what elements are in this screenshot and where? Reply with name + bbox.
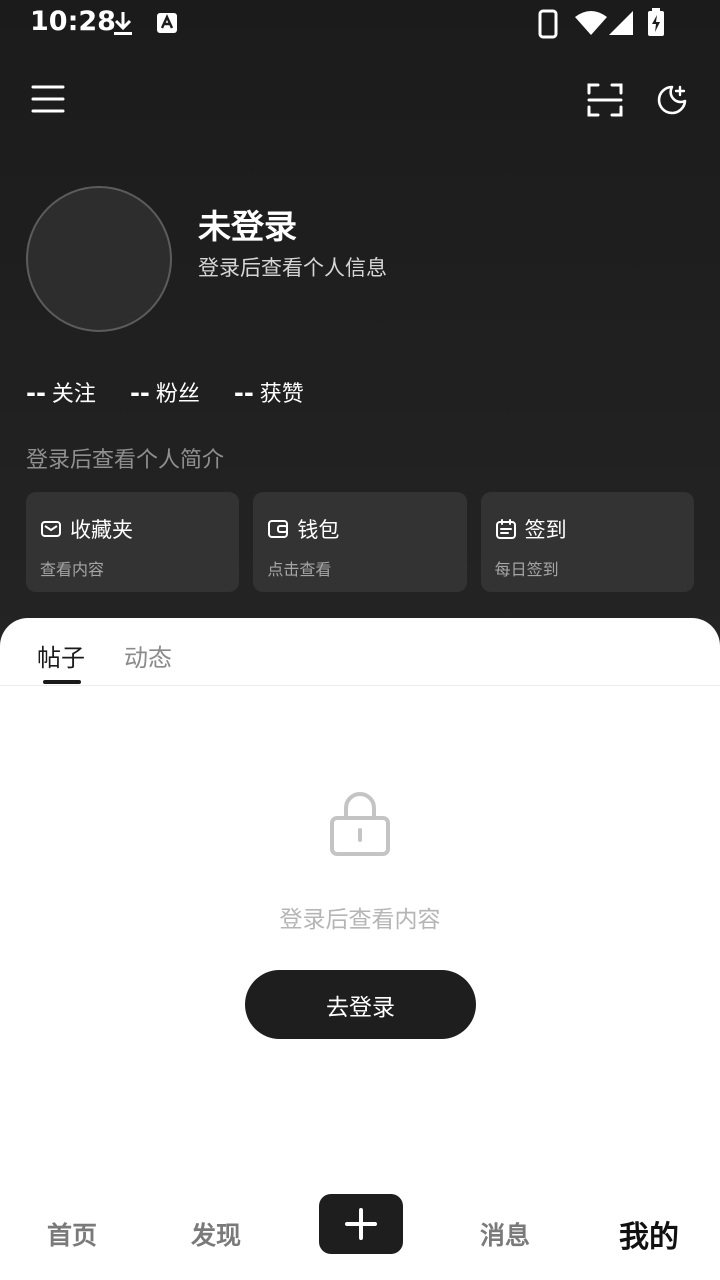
stat-followers[interactable]: -- 粉丝 — [130, 376, 200, 408]
wallet-icon — [268, 520, 289, 538]
nav-discover[interactable]: 发现 — [156, 1216, 276, 1252]
profile-name[interactable]: 未登录 — [198, 200, 297, 248]
phone-icon — [538, 9, 558, 39]
moon-plus-icon — [657, 85, 687, 115]
profile-header: 10:28 未登录 登录后查看个人信息 -- 关注 -- 粉丝 -- 获赞 登录… — [0, 0, 720, 660]
signal-icon — [609, 11, 633, 35]
scan-button[interactable] — [579, 74, 631, 126]
battery-charging-icon — [648, 8, 664, 36]
keyboard-a-icon — [157, 13, 177, 33]
card-subtitle: 点击查看 — [267, 560, 332, 579]
stat-value: -- — [129, 379, 150, 407]
plus-icon — [345, 1208, 377, 1240]
tab-indicator — [43, 680, 81, 684]
menu-button[interactable] — [22, 73, 74, 125]
status-time: 10:28 — [30, 6, 116, 37]
stat-likes[interactable]: -- 获赞 — [234, 376, 304, 408]
stat-value: -- — [26, 379, 46, 407]
menu-icon — [31, 85, 65, 113]
card-title: 钱包 — [297, 518, 340, 542]
wallet-card[interactable]: 钱包 点击查看 — [253, 492, 467, 592]
tab-activity[interactable]: 动态 — [124, 638, 172, 673]
lock-icon — [330, 792, 390, 856]
stat-value: -- — [233, 379, 254, 407]
lock-icon-wrap — [326, 788, 394, 860]
card-title: 签到 — [524, 518, 567, 542]
dark-mode-button[interactable] — [646, 74, 698, 126]
checkin-card[interactable]: 签到 每日签到 — [480, 492, 694, 592]
card-subtitle: 每日签到 — [494, 560, 559, 579]
status-bar: 10:28 — [0, 0, 720, 48]
empty-state-message: 登录后查看内容 — [279, 907, 441, 933]
profile-subtitle[interactable]: 登录后查看个人信息 — [198, 252, 387, 282]
stat-label: 关注 — [51, 382, 96, 407]
tab-posts[interactable]: 帖子 — [37, 638, 85, 673]
add-post-button[interactable] — [319, 1194, 403, 1254]
nav-me[interactable]: 我的 — [589, 1212, 709, 1256]
card-title: 收藏夹 — [70, 518, 133, 542]
scan-icon — [587, 83, 623, 117]
nav-home[interactable]: 首页 — [12, 1216, 132, 1252]
profile-stats: -- 关注 -- 粉丝 -- 获赞 — [26, 376, 304, 408]
bottom-nav: 首页 发现 消息 我的 — [0, 1180, 720, 1280]
login-button[interactable]: 去登录 — [245, 970, 476, 1039]
content-tabs: 帖子 动态 — [0, 618, 720, 686]
quick-cards: 收藏夹 查看内容 钱包 点击查看 签到 每日签到 — [26, 492, 694, 592]
favorites-card[interactable]: 收藏夹 查看内容 — [26, 492, 240, 592]
stat-following[interactable]: -- 关注 — [26, 376, 96, 408]
avatar[interactable] — [26, 186, 172, 332]
download-icon — [114, 12, 132, 35]
calendar-icon — [495, 519, 516, 539]
stat-label: 粉丝 — [155, 382, 200, 407]
card-subtitle: 查看内容 — [40, 560, 105, 579]
nav-messages[interactable]: 消息 — [445, 1216, 565, 1252]
wifi-icon — [575, 11, 607, 35]
profile-bio: 登录后查看个人简介 — [26, 448, 225, 473]
stat-label: 获赞 — [259, 382, 304, 407]
mail-icon — [41, 521, 61, 537]
